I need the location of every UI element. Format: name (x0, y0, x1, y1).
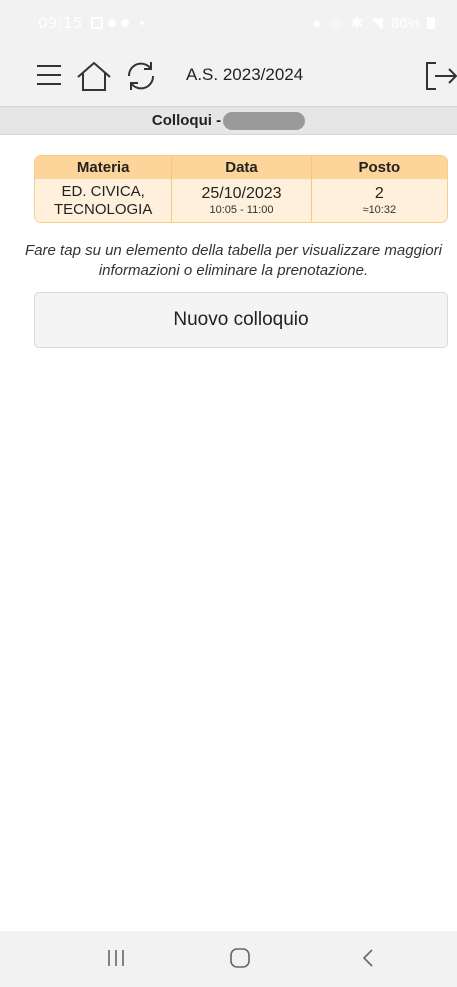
page-title: Colloqui - (0, 106, 457, 135)
redacted-name (223, 111, 306, 130)
posto-time: ≈10:32 (362, 204, 397, 216)
appointment-date: 25/10/2023 (201, 185, 282, 202)
battery-percent: 86% (390, 14, 421, 32)
column-header-data: Data (171, 156, 310, 179)
cell-posto: 2 ≈10:32 (310, 179, 447, 222)
posto-number: 2 (374, 185, 384, 202)
battery-icon (427, 17, 435, 29)
appointment-time-range: 10:05 - 11:00 (209, 204, 274, 216)
status-bar: 09:15 ● ◎ ✱ ◥ 86% (0, 0, 457, 46)
hint-text: Fare tap su un elemento della tabella pe… (25, 242, 442, 279)
column-header-posto: Posto (310, 156, 447, 179)
system-nav-bar (0, 931, 457, 987)
more-notifications-dot-icon (139, 21, 144, 25)
home-nav-icon[interactable] (229, 947, 253, 974)
menu-icon[interactable] (36, 60, 62, 95)
system-icons: ● ◎ ✱ ◥ 86% (312, 14, 435, 32)
school-year: A.S. 2023/2024 (186, 65, 304, 84)
home-icon[interactable] (76, 60, 112, 97)
refresh-icon[interactable] (124, 60, 158, 97)
gallery-icon (90, 17, 103, 29)
recent-apps-icon[interactable] (106, 947, 126, 974)
logout-icon[interactable] (424, 60, 457, 97)
materia-line-2: TECNOLOGIA (53, 201, 153, 218)
column-header-materia: Materia (76, 159, 130, 176)
cell-data: 25/10/2023 10:05 - 11:00 (171, 179, 310, 222)
materia-line-1: ED. CIVICA, (61, 183, 145, 200)
notification-icons (90, 17, 144, 29)
new-appointment-button[interactable]: Nuovo colloquio (34, 292, 448, 348)
table-row[interactable]: ED. CIVICA, TECNOLOGIA 25/10/2023 10:05 … (35, 179, 447, 222)
app-header: A.S. 2023/2024 (0, 46, 457, 106)
location-icon-2 (120, 19, 129, 27)
back-icon[interactable] (360, 947, 376, 974)
appointments-table: Materia Data Posto ED. CIVICA, TECNOLOGI… (34, 155, 448, 223)
status-time: 09:15 (38, 14, 83, 32)
signal-icons: ● ◎ ✱ ◥ (312, 15, 385, 32)
page-title-text: Colloqui - (151, 112, 222, 129)
location-icon (107, 19, 116, 27)
cell-materia: ED. CIVICA, TECNOLOGIA (35, 179, 171, 222)
table-header: Materia Data Posto (35, 156, 447, 179)
